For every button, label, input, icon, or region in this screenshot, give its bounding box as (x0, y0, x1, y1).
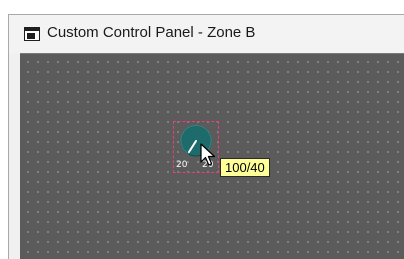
knob-min-label: 20 (176, 160, 188, 170)
arrow-cursor-icon (200, 143, 216, 166)
window-title: Custom Control Panel - Zone B (47, 24, 256, 41)
title-bar[interactable]: Custom Control Panel - Zone B (9, 15, 404, 53)
control-panel-window: Custom Control Panel - Zone B 20 20 (8, 14, 404, 259)
window-app-icon[interactable] (24, 27, 40, 41)
value-tooltip: 100/40 (220, 158, 270, 177)
